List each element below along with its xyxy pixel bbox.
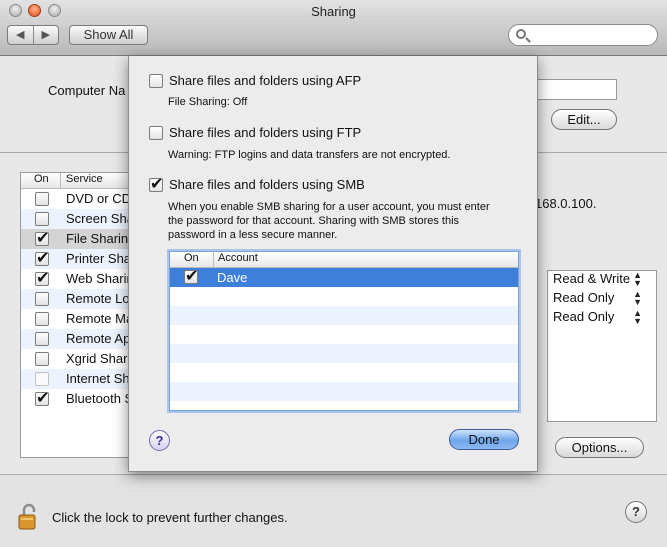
smb-note-line1: When you enable SMB sharing for a user a… (168, 201, 490, 213)
afp-label: Share files and folders using AFP (169, 73, 362, 88)
ftp-note: Warning: FTP logins and data transfers a… (168, 149, 451, 161)
service-label: Web Sharin (66, 271, 134, 286)
permission-popup[interactable]: Read Only ▲ ▼ (548, 290, 656, 309)
service-checkbox (35, 372, 49, 386)
window-title: Sharing (311, 4, 356, 19)
accounts-header-account: Account (218, 252, 258, 264)
lock-icon[interactable] (18, 503, 40, 531)
permission-value: Read Only (553, 290, 615, 305)
service-label: Printer Sha (66, 251, 132, 266)
computer-name-label: Computer Na (48, 83, 126, 98)
permission-value: Read & Write (553, 271, 631, 286)
ftp-option[interactable]: Share files and folders using FTP (149, 125, 361, 140)
search-icon (516, 29, 526, 39)
permission-popup[interactable]: Read Only ▲ ▼ (548, 309, 656, 328)
smb-note-line3: password in a less secure manner. (168, 229, 338, 241)
service-label: Remote Lo (66, 291, 130, 306)
service-checkbox[interactable] (35, 192, 49, 206)
smb-note-line2: the password for that account. Sharing w… (168, 215, 460, 227)
service-label: DVD or CD (66, 191, 132, 206)
service-header-on: On (21, 173, 61, 188)
back-forward-control: ◀ ▶ (7, 25, 59, 45)
ftp-checkbox[interactable] (149, 125, 163, 140)
afp-note: File Sharing: Off (168, 96, 248, 108)
address-text: 168.0.100. (535, 196, 597, 211)
ftp-label: Share files and folders using FTP (169, 125, 362, 140)
service-label: Xgrid Shari (66, 351, 131, 366)
service-checkbox[interactable] (35, 248, 49, 268)
service-label: Internet Sh (66, 371, 130, 386)
title-bar: Sharing ◀ ▶ Show All (0, 0, 667, 56)
service-label: Screen Sha (66, 211, 134, 226)
accounts-header-on: On (170, 252, 214, 267)
afp-checkbox[interactable] (149, 73, 163, 88)
permissions-list: Read & Write ▲ ▼ Read Only ▲ ▼ Read Only ▲… (547, 270, 657, 422)
empty-row (170, 325, 518, 344)
service-checkbox[interactable] (35, 268, 49, 288)
search-field[interactable] (508, 24, 658, 46)
done-button[interactable]: Done (449, 429, 519, 450)
service-checkbox[interactable] (35, 388, 49, 408)
accounts-header: On Account (170, 252, 518, 268)
computer-name-field[interactable] (534, 79, 617, 100)
empty-row (170, 382, 518, 401)
back-arrow-icon[interactable]: ◀ (8, 26, 34, 44)
popup-arrows-icon: ▲ ▼ (633, 308, 642, 326)
sheet-help-icon[interactable]: ? (149, 430, 170, 451)
help-icon[interactable]: ? (625, 501, 647, 523)
popup-arrows-icon: ▲ ▼ (633, 289, 642, 307)
smb-checkbox[interactable] (149, 174, 163, 194)
sharing-window: Sharing ◀ ▶ Show All Computer Na Edit...… (0, 0, 667, 547)
options-button[interactable]: Options... (555, 437, 644, 458)
popup-arrows-icon: ▲ ▼ (633, 270, 642, 288)
smb-label: Share files and folders using SMB (169, 177, 365, 192)
forward-arrow-icon[interactable]: ▶ (34, 26, 59, 44)
empty-row (170, 287, 518, 306)
bottom-bar: Click the lock to prevent further change… (0, 474, 667, 547)
service-checkbox[interactable] (35, 228, 49, 248)
service-label: File Sharing (66, 231, 136, 246)
service-checkbox[interactable] (35, 212, 49, 226)
file-sharing-options-sheet: Share files and folders using AFP File S… (128, 56, 538, 472)
afp-option[interactable]: Share files and folders using AFP (149, 73, 361, 88)
service-checkbox[interactable] (35, 292, 49, 306)
lock-status-text: Click the lock to prevent further change… (52, 510, 288, 525)
smb-option[interactable]: Share files and folders using SMB (149, 174, 365, 194)
service-label: Remote Ma (66, 311, 134, 326)
empty-row (170, 363, 518, 382)
edit-button[interactable]: Edit... (551, 109, 617, 130)
service-label: Remote Ap (66, 331, 131, 346)
account-checkbox[interactable] (184, 266, 198, 286)
smb-accounts-table: On Account Dave (169, 251, 519, 411)
service-label: Bluetooth S (66, 391, 134, 406)
empty-row (170, 344, 518, 363)
service-checkbox[interactable] (35, 332, 49, 346)
permission-value: Read Only (553, 309, 615, 324)
account-name: Dave (217, 270, 248, 285)
empty-row (170, 306, 518, 325)
service-checkbox[interactable] (35, 312, 49, 326)
show-all-button[interactable]: Show All (69, 25, 148, 45)
account-row[interactable]: Dave (170, 266, 518, 287)
service-checkbox[interactable] (35, 352, 49, 366)
service-header-service: Service (66, 173, 103, 185)
permission-popup[interactable]: Read & Write ▲ ▼ (548, 271, 656, 290)
